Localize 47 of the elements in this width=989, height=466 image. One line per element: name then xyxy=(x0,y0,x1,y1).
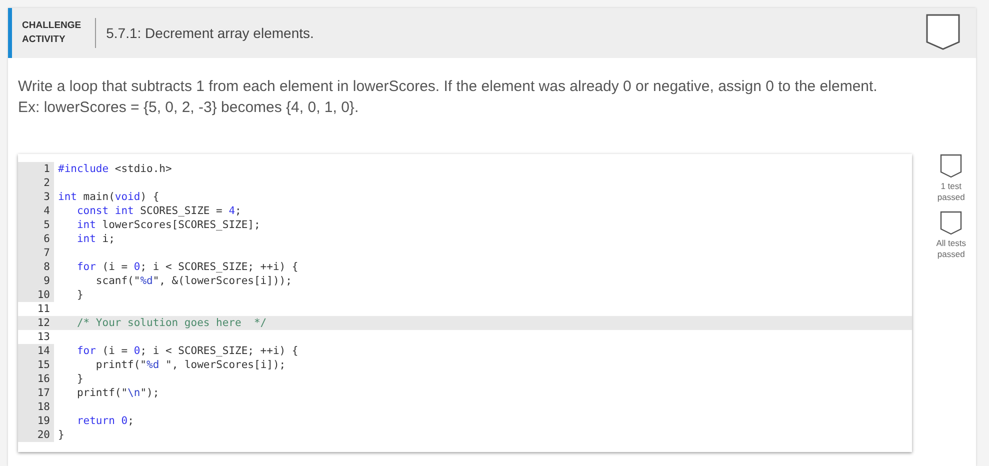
code-line: const int SCORES_SIZE = 4; xyxy=(76,204,242,218)
badge-outline-icon xyxy=(940,154,962,178)
code-line: for (i = 0; i < SCORES_SIZE; ++i) { xyxy=(76,260,298,274)
badge-outline-icon xyxy=(926,14,960,50)
code-line: } xyxy=(76,288,84,302)
test-status-label: passed xyxy=(937,192,965,203)
line-number: 12 xyxy=(37,317,50,329)
line-number: 13 xyxy=(37,331,50,343)
line-number: 3 xyxy=(44,191,50,203)
code-line: } xyxy=(57,428,64,442)
activity-title: 5.7.1: Decrement array elements. xyxy=(106,25,314,41)
code-line: /* Your solution goes here */ xyxy=(76,316,267,330)
line-number: 5 xyxy=(44,219,50,231)
line-number: 18 xyxy=(37,401,50,413)
code-line: } xyxy=(76,372,84,386)
line-number: 10 xyxy=(37,289,50,301)
test-status-label: All tests xyxy=(936,238,966,249)
line-number: 15 xyxy=(37,359,50,371)
line-number: 9 xyxy=(44,275,50,287)
code-line: #include <stdio.h> xyxy=(57,162,172,176)
line-number: 16 xyxy=(37,373,50,385)
line-number: 7 xyxy=(44,247,50,259)
line-number: 4 xyxy=(44,205,50,217)
instruction-text: Write a loop that subtracts 1 from each element in lowerScores. If the element was already 0 or negative, assign 0 to the element. xyxy=(18,77,878,97)
line-number: 14 xyxy=(37,345,50,357)
code-line: int main(void) { xyxy=(57,190,160,204)
code-line: printf("%d ", lowerScores[i]); xyxy=(94,358,286,372)
test-status-label: passed xyxy=(937,249,965,260)
code-line: for (i = 0; i < SCORES_SIZE; ++i) { xyxy=(76,344,298,358)
code-line: int i; xyxy=(76,232,115,246)
test-status-label: 1 test xyxy=(940,181,962,192)
line-number: 1 xyxy=(44,163,50,175)
badge-outline-icon xyxy=(940,211,962,235)
code-line: scanf("%d", &(lowerScores[i])); xyxy=(94,274,292,288)
activity-label: CHALLENGE xyxy=(22,19,82,33)
line-number: 11 xyxy=(37,303,50,315)
line-number: 19 xyxy=(37,415,50,427)
line-number: 6 xyxy=(44,233,50,245)
line-number: 2 xyxy=(44,177,50,189)
instruction-text: Ex: lowerScores = {5, 0, 2, -3} becomes {4, 0, 1, 0}. xyxy=(18,98,360,118)
code-line: int lowerScores[SCORES_SIZE]; xyxy=(76,218,260,232)
line-number: 17 xyxy=(37,387,50,399)
line-number: 20 xyxy=(37,429,50,441)
activity-label: ACTIVITY xyxy=(22,33,66,47)
line-number: 8 xyxy=(44,261,50,273)
code-line: return 0; xyxy=(76,414,134,428)
code-line: printf("\n"); xyxy=(76,386,160,400)
